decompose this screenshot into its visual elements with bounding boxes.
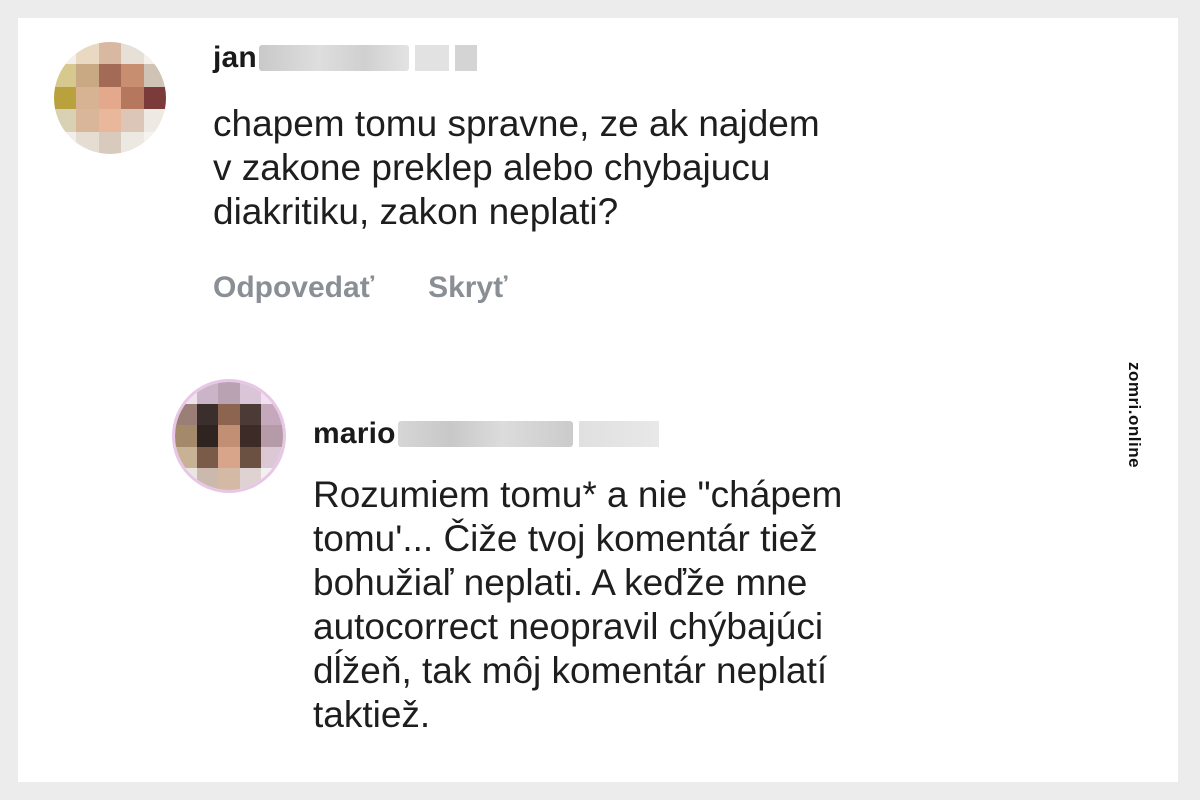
- comment-actions: Odpovedať Skryť: [213, 271, 508, 305]
- comment: jan chapem tomu spravne, ze ak najdem v …: [18, 18, 1118, 338]
- username-blur: [397, 421, 573, 447]
- avatar[interactable]: [54, 42, 166, 154]
- watermark: zomri.online: [1122, 345, 1146, 485]
- comment-thread: jan chapem tomu spravne, ze ak najdem v …: [18, 18, 1178, 782]
- username[interactable]: mario: [313, 417, 396, 451]
- username-row: mario: [313, 414, 659, 454]
- reply-comment: mario Rozumiem tomu* a nie "chápem tomu'…: [18, 358, 1118, 778]
- hide-button[interactable]: Skryť: [428, 271, 507, 305]
- username-blur: [414, 45, 449, 71]
- reply-button[interactable]: Odpovedať: [213, 271, 374, 305]
- comment-text: Rozumiem tomu* a nie "chápem tomu'... Či…: [313, 474, 843, 735]
- username[interactable]: jan: [213, 41, 257, 75]
- comment-text: chapem tomu spravne, ze ak najdem v zako…: [213, 103, 820, 232]
- username-row: jan: [213, 38, 477, 78]
- username-blur: [578, 421, 659, 447]
- watermark-text: zomri.online: [1125, 361, 1144, 469]
- username-blur: [258, 45, 409, 71]
- avatar[interactable]: [175, 382, 283, 490]
- username-blur: [454, 45, 477, 71]
